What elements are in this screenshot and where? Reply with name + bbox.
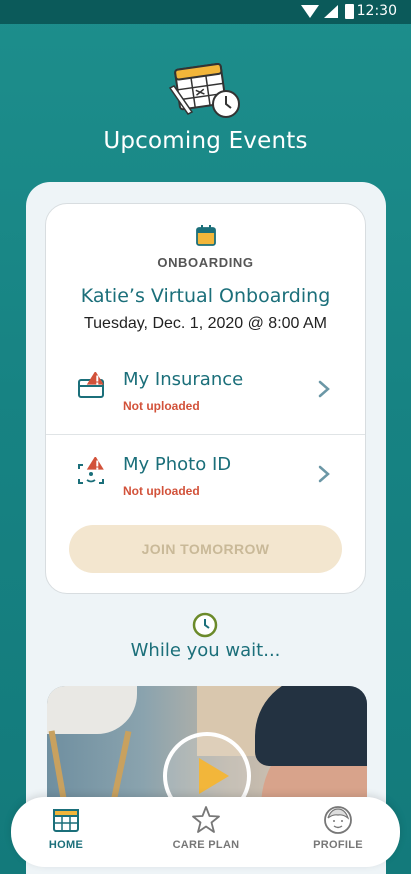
star-icon xyxy=(192,806,220,833)
calendar-clock-icon xyxy=(168,62,240,118)
nav-profile-label: PROFILE xyxy=(313,839,363,851)
event-type-label: ONBOARDING xyxy=(157,255,254,270)
wifi-icon xyxy=(301,5,319,18)
calendar-icon xyxy=(196,225,216,246)
insurance-status: Not uploaded xyxy=(123,399,200,413)
profile-face-icon xyxy=(324,806,352,834)
home-calendar-icon xyxy=(53,809,79,832)
nav-profile[interactable]: PROFILE xyxy=(283,805,393,861)
chevron-right-icon xyxy=(318,465,330,483)
photo-id-icon xyxy=(78,457,104,484)
photo-id-status: Not uploaded xyxy=(123,484,200,498)
photo-id-row[interactable]: My Photo ID Not uploaded xyxy=(46,434,365,518)
status-time: 12:30 xyxy=(356,3,397,19)
insurance-title: My Insurance xyxy=(123,369,244,390)
event-name: Katie’s Virtual Onboarding xyxy=(80,285,331,307)
insurance-card-icon xyxy=(78,372,104,398)
insurance-row[interactable]: My Insurance Not uploaded xyxy=(46,350,365,434)
while-you-wait-title: While you wait... xyxy=(130,640,281,661)
photo-id-title: My Photo ID xyxy=(123,454,232,475)
bottom-navigation: HOME CARE PLAN PROFILE xyxy=(11,797,400,867)
chevron-right-icon xyxy=(318,380,330,398)
nav-home[interactable]: HOME xyxy=(11,805,121,861)
nav-home-label: HOME xyxy=(48,839,84,851)
page-title: Upcoming Events xyxy=(103,128,308,154)
status-bar: 12:30 xyxy=(0,0,411,24)
clock-icon xyxy=(192,612,218,638)
battery-icon xyxy=(345,4,354,19)
app-screen: 12:30 Upcoming Events ONBOARDING Katie’s… xyxy=(0,0,411,874)
nav-care-plan[interactable]: CARE PLAN xyxy=(151,805,261,861)
play-icon xyxy=(199,758,229,794)
video-background-lamp xyxy=(47,686,137,734)
event-datetime: Tuesday, Dec. 1, 2020 @ 8:00 AM xyxy=(83,315,328,332)
signal-icon xyxy=(324,5,338,18)
nav-care-plan-label: CARE PLAN xyxy=(172,839,240,851)
join-button[interactable]: JOIN TOMORROW xyxy=(69,525,342,573)
event-card: ONBOARDING Katie’s Virtual Onboarding Tu… xyxy=(45,203,366,594)
video-person-beanie xyxy=(255,686,367,766)
